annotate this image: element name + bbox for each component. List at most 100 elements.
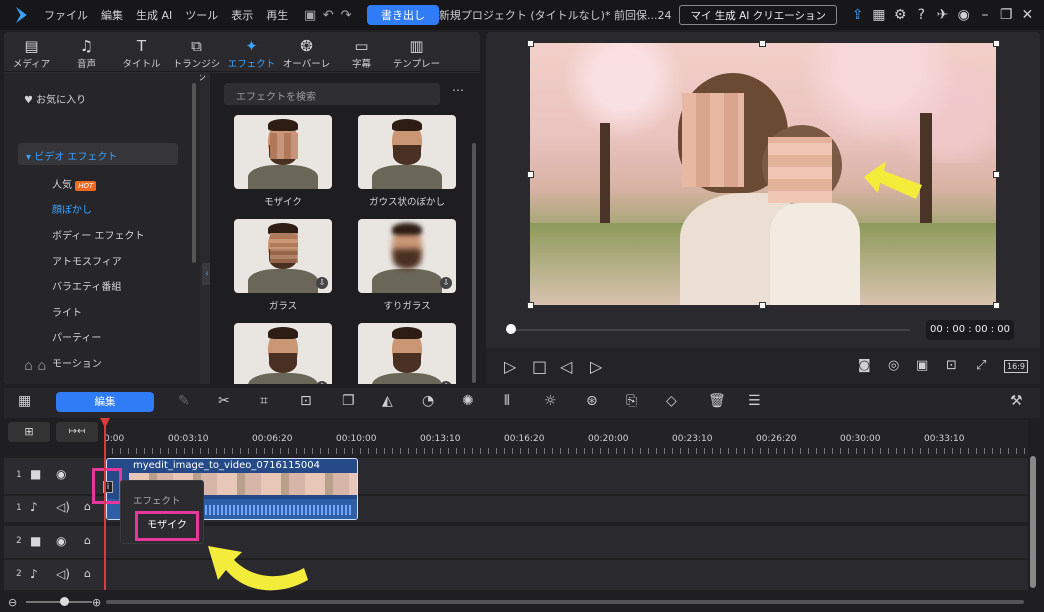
lock-icon[interactable]: ⌂	[84, 500, 91, 513]
sidebar-item-motion[interactable]: モーション	[52, 355, 102, 370]
export-button[interactable]: 書き出し	[367, 5, 439, 25]
zoom-icon[interactable]: ⊡	[946, 358, 957, 373]
help-icon[interactable]: ?	[911, 7, 932, 23]
brightness-icon[interactable]: ☼	[544, 393, 557, 409]
speed-icon[interactable]: ◔	[422, 393, 434, 409]
zoom-slider[interactable]	[26, 601, 92, 603]
timeline-scrollbar[interactable]	[1030, 456, 1036, 588]
color-icon[interactable]: ⊛	[586, 393, 598, 409]
audio-icon[interactable]: ⫴	[504, 393, 510, 409]
fit-button[interactable]: ↦↤	[56, 422, 98, 442]
resize-handle[interactable]	[759, 40, 766, 47]
subtitle-edit-icon[interactable]: ☰	[748, 393, 761, 409]
close-icon[interactable]: ✕	[1017, 7, 1038, 23]
tag-icon[interactable]: ⌂ ⌂	[24, 358, 46, 374]
save-icon[interactable]: ▣	[301, 4, 319, 26]
popup-item-mosaic[interactable]: モザイク	[135, 511, 199, 541]
account-icon[interactable]: ◉	[953, 7, 974, 23]
preview-scrubber[interactable]	[514, 329, 910, 331]
sidebar-item-face-blur[interactable]: 顔ぼかし	[52, 201, 92, 216]
quality-icon[interactable]: ▣	[916, 358, 928, 373]
more-icon[interactable]: ⋯	[452, 83, 464, 97]
resize-handle[interactable]	[993, 40, 1000, 47]
flip-icon[interactable]: ◭	[382, 393, 393, 409]
sidebar-item-atmosphere[interactable]: アトモスフィア	[52, 253, 122, 268]
eye-icon[interactable]: ◉	[56, 467, 66, 481]
resize-handle[interactable]	[527, 40, 534, 47]
tab-transition[interactable]: ⧉トランジション	[169, 32, 224, 84]
zoom-thumb[interactable]	[60, 597, 69, 606]
sidebar-video-effects[interactable]: ▾ ビデオ エフェクト	[18, 143, 178, 165]
menu-edit[interactable]: 編集	[101, 7, 123, 23]
delete-icon[interactable]: 🗑	[708, 393, 726, 409]
playhead[interactable]	[104, 422, 106, 590]
menu-play[interactable]: 再生	[266, 7, 288, 23]
minimize-icon[interactable]: –	[974, 7, 995, 23]
resize-handle[interactable]	[527, 302, 534, 309]
effect-card-mosaic[interactable]	[234, 115, 332, 189]
prev-frame-icon[interactable]: ◁	[560, 357, 572, 376]
effect-card-glass[interactable]: ⇩	[234, 219, 332, 293]
resize-handle[interactable]	[759, 302, 766, 309]
tab-effects[interactable]: ✦ エフェクト	[224, 32, 279, 71]
tab-media[interactable]: ▤ メディア	[4, 32, 59, 71]
next-frame-icon[interactable]: ▷	[590, 357, 602, 376]
timeline-ruler[interactable]: 0:00 00:03:10 00:06:20 00:10:00 00:13:10…	[104, 420, 1028, 456]
detect-icon[interactable]: ⊡	[300, 393, 312, 409]
ai-creation-button[interactable]: マイ 生成 AI クリエーション	[679, 5, 838, 25]
resize-handle[interactable]	[527, 171, 534, 178]
edit-button[interactable]: 編集	[56, 392, 154, 412]
redo-icon[interactable]: ↷	[337, 4, 355, 26]
sidebar-item-popular[interactable]: 人気 HOT	[52, 176, 97, 191]
effect-search-input[interactable]: エフェクトを検索	[224, 83, 440, 105]
effect-card-5[interactable]: ⇩	[234, 323, 332, 384]
horizontal-scrollbar[interactable]	[106, 600, 1024, 604]
preview-video[interactable]	[530, 43, 996, 305]
sidebar-item-body[interactable]: ボディー エフェクト	[52, 227, 144, 242]
snapshot-icon[interactable]: ◙	[858, 358, 871, 373]
sidebar-item-variety[interactable]: バラエティ番組	[52, 278, 121, 293]
effect-card-frosted[interactable]: ⇩	[358, 219, 456, 293]
effect-card-gaussian[interactable]	[358, 115, 456, 189]
download-icon[interactable]: ⇩	[440, 277, 452, 289]
menu-ai[interactable]: 生成 AI	[136, 7, 172, 23]
sidebar-scrollbar[interactable]	[192, 83, 196, 263]
resize-handle[interactable]	[993, 302, 1000, 309]
tab-overlay[interactable]: ❂オーバーレイ	[279, 32, 334, 84]
speaker-icon[interactable]: ◁)	[56, 500, 70, 514]
ai-icon[interactable]: ✺	[462, 393, 474, 409]
play-icon[interactable]: ▷	[504, 357, 516, 376]
tab-subtitle[interactable]: ▭ 字幕	[334, 32, 389, 71]
speaker-icon[interactable]: ◁)	[56, 567, 70, 581]
grid-scrollbar[interactable]	[472, 143, 476, 383]
maximize-icon[interactable]: ❐	[996, 7, 1017, 23]
menu-file[interactable]: ファイル	[44, 7, 88, 23]
effect-card-6[interactable]: ⇩	[358, 323, 456, 384]
download-icon[interactable]: ⇩	[316, 381, 328, 384]
tracks-icon[interactable]: ▦	[18, 393, 31, 409]
crop-icon[interactable]: ⌗	[260, 393, 268, 409]
fullscreen-icon[interactable]: ⤢	[976, 358, 986, 373]
mark-icon[interactable]: ⎘	[626, 393, 637, 409]
gear-icon[interactable]: ⚙	[889, 7, 910, 23]
layers-icon[interactable]: ❐	[342, 393, 355, 409]
pen-icon[interactable]: ✎	[178, 393, 190, 409]
scrubber-thumb[interactable]	[506, 324, 516, 334]
zoom-out-icon[interactable]: ⊖	[8, 596, 17, 609]
upload-icon[interactable]: ⇪	[847, 7, 868, 23]
cut-icon[interactable]: ✂	[218, 393, 230, 409]
sidebar-favorites[interactable]: ♥ お気に入り	[24, 91, 86, 106]
download-icon[interactable]: ⇩	[316, 277, 328, 289]
sidebar-item-party[interactable]: パーティー	[52, 329, 101, 344]
add-track-button[interactable]: ⊞	[8, 422, 50, 442]
keyframe-icon[interactable]: ◇	[666, 393, 677, 409]
zoom-in-icon[interactable]: ⊕	[92, 596, 101, 609]
menu-view[interactable]: 表示	[231, 7, 253, 23]
tab-title[interactable]: T タイトル	[114, 32, 169, 71]
effect-indicator-highlight[interactable]: i	[92, 468, 122, 504]
volume-icon[interactable]: ◎	[888, 358, 899, 373]
layout-icon[interactable]: ▦	[868, 7, 889, 23]
stop-icon[interactable]: □	[532, 357, 547, 376]
undo-icon[interactable]: ↶	[319, 4, 337, 26]
lock-icon[interactable]: ⌂	[84, 534, 91, 547]
